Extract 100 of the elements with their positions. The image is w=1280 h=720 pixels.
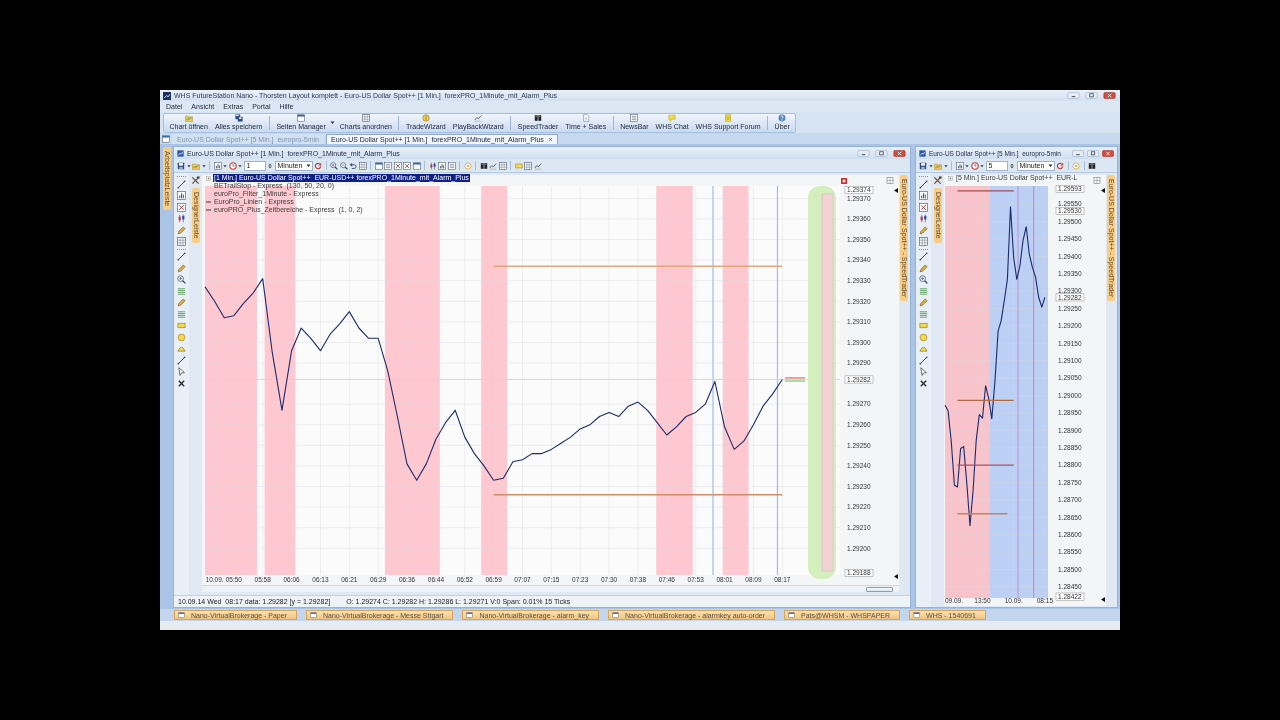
bar-chart-icon[interactable] — [177, 191, 186, 200]
candlestick-icon[interactable] — [428, 161, 437, 170]
close-icon[interactable] — [1102, 149, 1114, 157]
cursor-icon[interactable] — [177, 367, 186, 376]
book-icon[interactable] — [479, 161, 488, 170]
book-icon[interactable] — [534, 114, 543, 122]
zoom-in-icon[interactable] — [330, 161, 338, 170]
rectangle-icon[interactable] — [177, 321, 186, 330]
grid-icon[interactable] — [361, 114, 370, 122]
pencil-icon[interactable] — [919, 225, 928, 235]
candlestick-icon[interactable] — [919, 214, 928, 223]
line-tool-icon[interactable] — [919, 355, 928, 365]
grid-icon[interactable] — [919, 237, 928, 246]
help-icon[interactable] — [778, 114, 787, 122]
close-icon[interactable] — [547, 137, 553, 142]
line-chart-icon[interactable] — [474, 114, 483, 122]
x-box-icon[interactable] — [177, 202, 186, 212]
window-icon — [788, 612, 795, 618]
scroll-thumb[interactable] — [866, 586, 893, 592]
zoom-out-icon[interactable] — [339, 161, 348, 170]
list-icon[interactable] — [447, 161, 456, 170]
window-icon — [612, 612, 620, 618]
horizontal-lines-icon[interactable] — [177, 286, 186, 296]
list-icon[interactable] — [384, 161, 392, 170]
zoom-in-icon[interactable] — [177, 275, 186, 284]
line-tool-icon[interactable] — [177, 179, 186, 189]
caret-icon[interactable] — [1047, 163, 1053, 168]
caret-icon[interactable] — [943, 163, 948, 168]
grid-icon[interactable] — [498, 161, 507, 170]
floppy-disks-icon[interactable] — [234, 114, 243, 122]
pencil-icon[interactable] — [177, 225, 186, 235]
maximize-icon[interactable] — [874, 149, 889, 157]
x-box-icon[interactable] — [919, 202, 928, 212]
window-icon[interactable] — [297, 114, 306, 122]
horizontal-lines-icon[interactable] — [919, 309, 928, 319]
pencil-icon[interactable] — [919, 298, 928, 307]
list-icon[interactable] — [630, 114, 639, 122]
candlestick-icon[interactable] — [177, 214, 186, 223]
maximize-icon[interactable] — [1084, 92, 1099, 99]
folder-icon[interactable] — [184, 114, 193, 122]
pencil-icon[interactable] — [177, 298, 186, 307]
clock-icon[interactable] — [228, 161, 237, 170]
horizontal-scrollbar[interactable] — [202, 585, 899, 592]
bar-chart-icon[interactable] — [213, 161, 222, 170]
minimize-icon[interactable] — [856, 149, 871, 157]
rectangle-icon[interactable] — [919, 321, 928, 330]
arc-icon[interactable] — [919, 344, 928, 353]
grid-icon[interactable] — [886, 177, 894, 184]
delete-icon[interactable] — [177, 378, 186, 388]
horizontal-lines-icon[interactable] — [919, 286, 928, 296]
triangle-marker-icon — [894, 188, 898, 193]
grid-icon[interactable] — [524, 161, 532, 170]
coin-icon[interactable] — [421, 114, 430, 122]
clock-icon[interactable] — [970, 161, 979, 170]
crossed-tools-icon[interactable] — [191, 176, 200, 185]
spinner-arrows-icon[interactable] — [267, 161, 273, 170]
expand-icon[interactable] — [206, 175, 211, 181]
line-chart-icon[interactable] — [533, 161, 542, 170]
minimize-icon[interactable] — [1072, 149, 1084, 157]
cursor-icon[interactable] — [919, 367, 928, 376]
grid-icon[interactable] — [177, 237, 186, 246]
window-icon[interactable] — [374, 161, 383, 170]
undo-icon[interactable] — [349, 161, 357, 170]
delete-icon[interactable] — [919, 378, 928, 388]
bar-chart-icon[interactable] — [919, 191, 928, 200]
book-icon[interactable] — [1088, 161, 1096, 170]
grid-icon[interactable] — [358, 161, 367, 170]
x-box-icon[interactable] — [403, 161, 411, 170]
caret-icon[interactable] — [201, 163, 206, 168]
chart-window-icon — [177, 149, 184, 157]
zoom-in-icon[interactable] — [919, 275, 928, 284]
line-tool-icon[interactable] — [177, 252, 186, 261]
spinner-arrows-icon[interactable] — [1009, 161, 1015, 170]
caret-icon[interactable] — [305, 163, 311, 168]
refresh-icon[interactable] — [314, 161, 322, 170]
caret-icon[interactable] — [186, 163, 191, 168]
line-tool-icon[interactable] — [177, 355, 186, 365]
grid-icon[interactable] — [1093, 177, 1101, 184]
maximize-icon[interactable] — [1087, 149, 1099, 157]
triangle-marker-icon — [1101, 188, 1105, 193]
window-icon — [310, 612, 317, 618]
close-icon[interactable] — [1102, 92, 1117, 99]
arc-icon[interactable] — [177, 344, 186, 353]
horizontal-lines-icon[interactable] — [177, 309, 186, 319]
caret-icon[interactable] — [330, 120, 336, 125]
bar-chart-icon[interactable] — [955, 161, 964, 170]
refresh-icon[interactable] — [1056, 161, 1064, 170]
window-icon[interactable] — [162, 134, 170, 143]
window-icon — [913, 612, 921, 618]
line-tool-icon[interactable] — [919, 252, 928, 261]
crossed-tools-icon[interactable] — [933, 176, 942, 185]
caret-icon[interactable] — [928, 163, 933, 168]
minimize-icon[interactable] — [1066, 92, 1081, 99]
expand-icon[interactable] — [948, 175, 953, 181]
x-box-icon[interactable] — [393, 161, 402, 170]
bar-chart-icon[interactable] — [438, 161, 446, 170]
line-tool-icon[interactable] — [919, 179, 928, 189]
stop-square-icon[interactable] — [841, 178, 847, 184]
window-icon[interactable] — [412, 161, 421, 170]
close-icon[interactable] — [892, 149, 907, 157]
